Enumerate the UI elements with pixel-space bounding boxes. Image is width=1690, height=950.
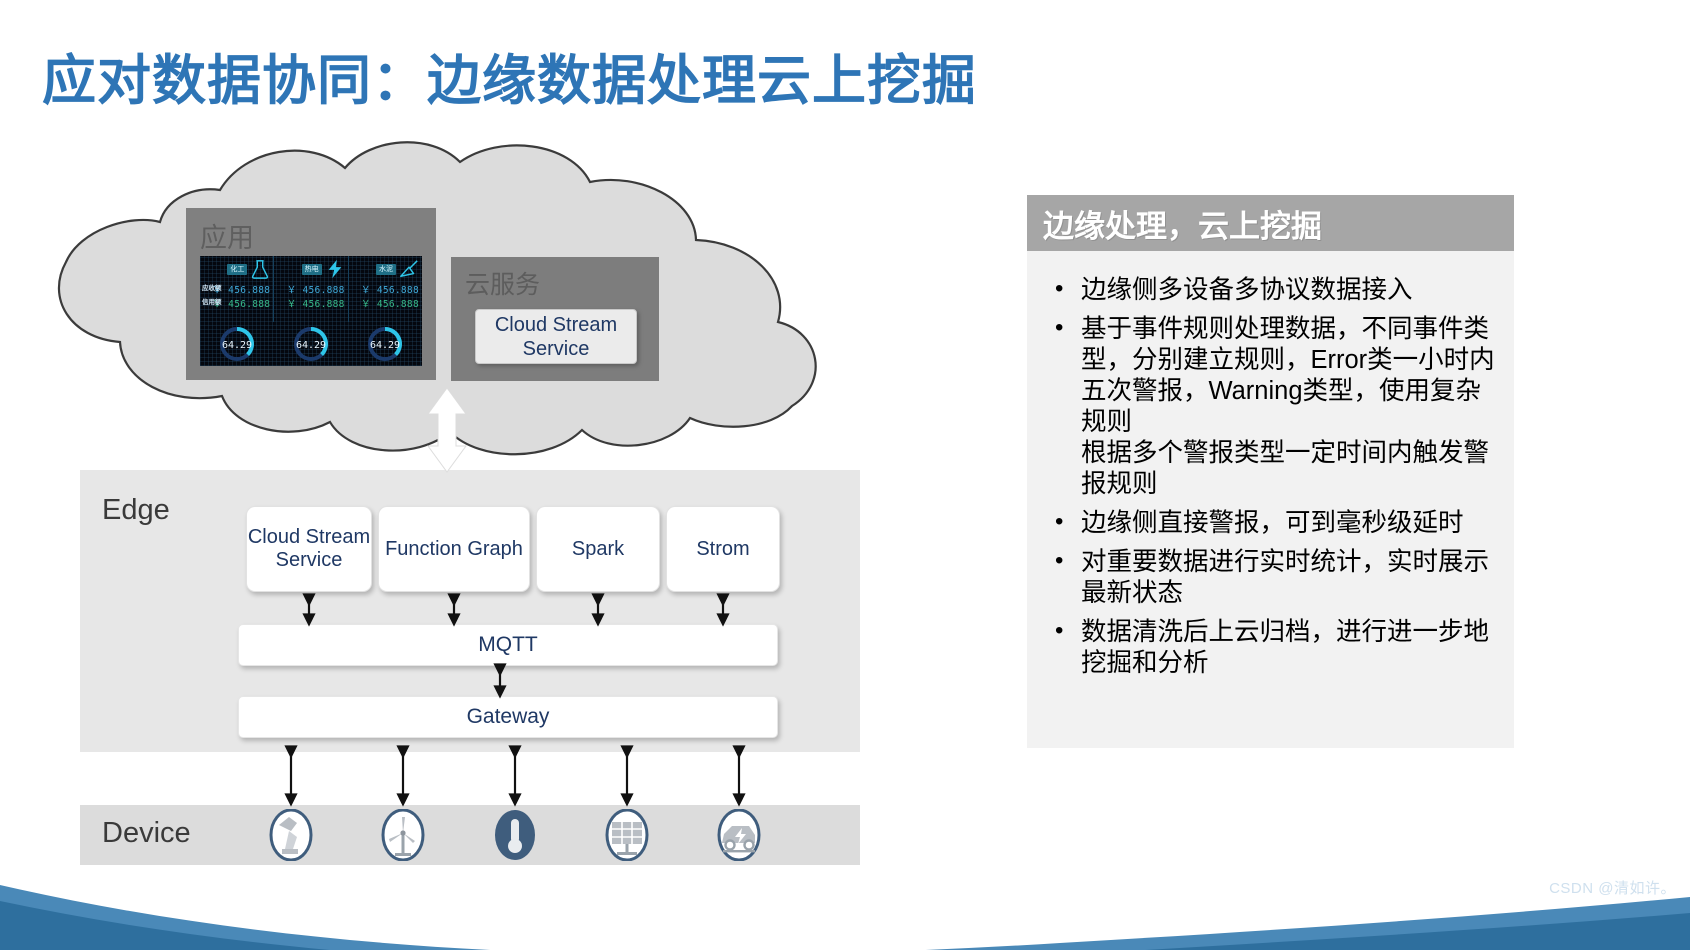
- cloud-graphic: [30, 130, 860, 480]
- gauge: 64.29: [200, 324, 274, 364]
- credit-value: ￥ 456.888: [286, 299, 345, 310]
- gauge: 64.29: [274, 324, 348, 364]
- bullet-line: 五次警报，Warning类型，使用复杂: [1081, 377, 1482, 405]
- bullet-line: 型，分别建立规则，Error类一小时内: [1081, 346, 1495, 374]
- receivable-value: ￥ 456.888: [361, 285, 419, 296]
- solar-panel-icon: [605, 809, 649, 861]
- dashboard-preview: 化工 ￥ 456.888 ￥ 456.888 应收额 信用额 热电 ￥ 456.…: [200, 256, 422, 366]
- bullet-line: 最新状态: [1081, 579, 1184, 607]
- edge-card-cloud-stream-service[interactable]: Cloud Stream Service: [246, 506, 372, 592]
- bullet-line: 规则: [1081, 408, 1133, 436]
- edge-card-function-graph[interactable]: Function Graph: [378, 506, 530, 592]
- dashboard-receivable-row: ￥ 456.888: [349, 282, 422, 296]
- gauge-value: 64.29: [369, 340, 401, 351]
- dashboard-column: 化工 ￥ 456.888 ￥ 456.888 应收额 信用额: [200, 256, 275, 322]
- thermometer-icon: [495, 810, 535, 860]
- bullet-line: 数据清洗后上云归档，进行进一步地: [1081, 618, 1490, 646]
- industry-tag: 化工: [227, 263, 248, 275]
- edge-section-label: Edge: [102, 494, 170, 526]
- dashboard-gauges: 64.29 64.29 64.29: [200, 322, 422, 366]
- gateway-device-connectors: [284, 745, 746, 807]
- cloud-service-title: 云服务: [465, 271, 541, 299]
- edge-bar-gateway[interactable]: Gateway: [238, 696, 778, 738]
- gauge: 64.29: [348, 324, 422, 364]
- page-title: 应对数据协同：边缘数据处理云上挖掘: [42, 51, 977, 111]
- receivable-value: ￥ 456.888: [286, 285, 345, 296]
- bullet-line: 根据多个警报类型一定时间内触发警: [1081, 439, 1490, 467]
- bullet-line: 基于事件规则处理数据，不同事件类: [1081, 315, 1490, 343]
- cloud-shape-svg: [57, 141, 817, 456]
- right-panel-body: 边缘侧多设备多协议数据接入 基于事件规则处理数据，不同事件类 型，分别建立规则，…: [1027, 273, 1514, 687]
- bullet-item: 对重要数据进行实时统计，实时展示 最新状态: [1045, 545, 1514, 609]
- bolt-icon: [328, 259, 342, 279]
- dashboard-metric-grid: 化工 ￥ 456.888 ￥ 456.888 应收额 信用额 热电 ￥ 456.…: [200, 256, 422, 322]
- bullet-line: 报规则: [1081, 470, 1158, 498]
- right-panel-header-text: 边缘处理，云上挖掘: [1043, 208, 1322, 244]
- credit-value: ￥ 456.888: [361, 299, 419, 310]
- wind-turbine-icon: [381, 809, 425, 861]
- dashboard-credit-row: ￥ 456.888: [349, 296, 422, 310]
- row-label-receivable: 应收额: [202, 285, 222, 292]
- bullet-line: 对重要数据进行实时统计，实时展示: [1081, 548, 1490, 576]
- industry-tag: 热电: [301, 263, 322, 275]
- bullet-line: 边缘侧直接警报，可到毫秒级延时: [1081, 509, 1464, 537]
- edge-card-strom[interactable]: Strom: [666, 506, 780, 592]
- device-section-label: Device: [102, 817, 191, 849]
- edge-section: Edge Cloud Stream Service Function Graph…: [80, 470, 860, 752]
- cloud-service-panel: 云服务 Cloud Stream Service: [451, 257, 659, 381]
- application-panel-title: 应用: [200, 223, 254, 253]
- gauge-value: 64.29: [221, 340, 253, 351]
- dashboard-column: 热电 ￥ 456.888 ￥ 456.888: [274, 256, 349, 322]
- bullet-line: 挖掘和分析: [1081, 649, 1209, 677]
- bullet-item: 边缘侧直接警报，可到毫秒级延时: [1045, 506, 1514, 539]
- bullet-item: 基于事件规则处理数据，不同事件类 型，分别建立规则，Error类一小时内 五次警…: [1045, 312, 1514, 500]
- dashboard-column-header: 热电: [274, 256, 347, 282]
- gauge-value: 64.29: [295, 340, 327, 351]
- dashboard-receivable-row: ￥ 456.888: [274, 282, 347, 296]
- watermark: CSDN @清如许。: [1549, 880, 1676, 897]
- edge-bar-mqtt[interactable]: MQTT: [238, 624, 778, 666]
- bullet-line: 边缘侧多设备多协议数据接入: [1081, 276, 1413, 304]
- cloud-stream-service-box[interactable]: Cloud Stream Service: [475, 309, 637, 364]
- right-panel-header: 边缘处理，云上挖掘: [1027, 195, 1514, 251]
- dashboard-row-labels: 应收额 信用额: [202, 282, 232, 310]
- bullet-item: 数据清洗后上云归档，进行进一步地 挖掘和分析: [1045, 615, 1514, 679]
- dashboard-column-header: 化工: [200, 256, 273, 282]
- right-info-panel: 边缘处理，云上挖掘 边缘侧多设备多协议数据接入 基于事件规则处理数据，不同事件类…: [1027, 195, 1514, 748]
- bottom-wave-decoration: [0, 885, 1690, 950]
- bullet-item: 边缘侧多设备多协议数据接入: [1045, 273, 1514, 306]
- application-panel: 应用 化工 ￥ 456.888 ￥ 456.888 应收额 信用额 热电 ￥ 4…: [186, 208, 436, 380]
- electric-vehicle-icon: [717, 809, 761, 861]
- flask-icon: [252, 260, 269, 279]
- dashboard-column: 水泥 ￥ 456.888 ￥ 456.888: [349, 256, 422, 322]
- industry-tag: 水泥: [375, 263, 396, 275]
- dashboard-column-header: 水泥: [349, 256, 422, 282]
- robot-arm-icon: [269, 809, 313, 861]
- row-label-credit: 信用额: [202, 299, 222, 306]
- dashboard-credit-row: ￥ 456.888: [274, 296, 347, 310]
- edge-card-spark[interactable]: Spark: [536, 506, 660, 592]
- trowel-icon: [400, 260, 418, 277]
